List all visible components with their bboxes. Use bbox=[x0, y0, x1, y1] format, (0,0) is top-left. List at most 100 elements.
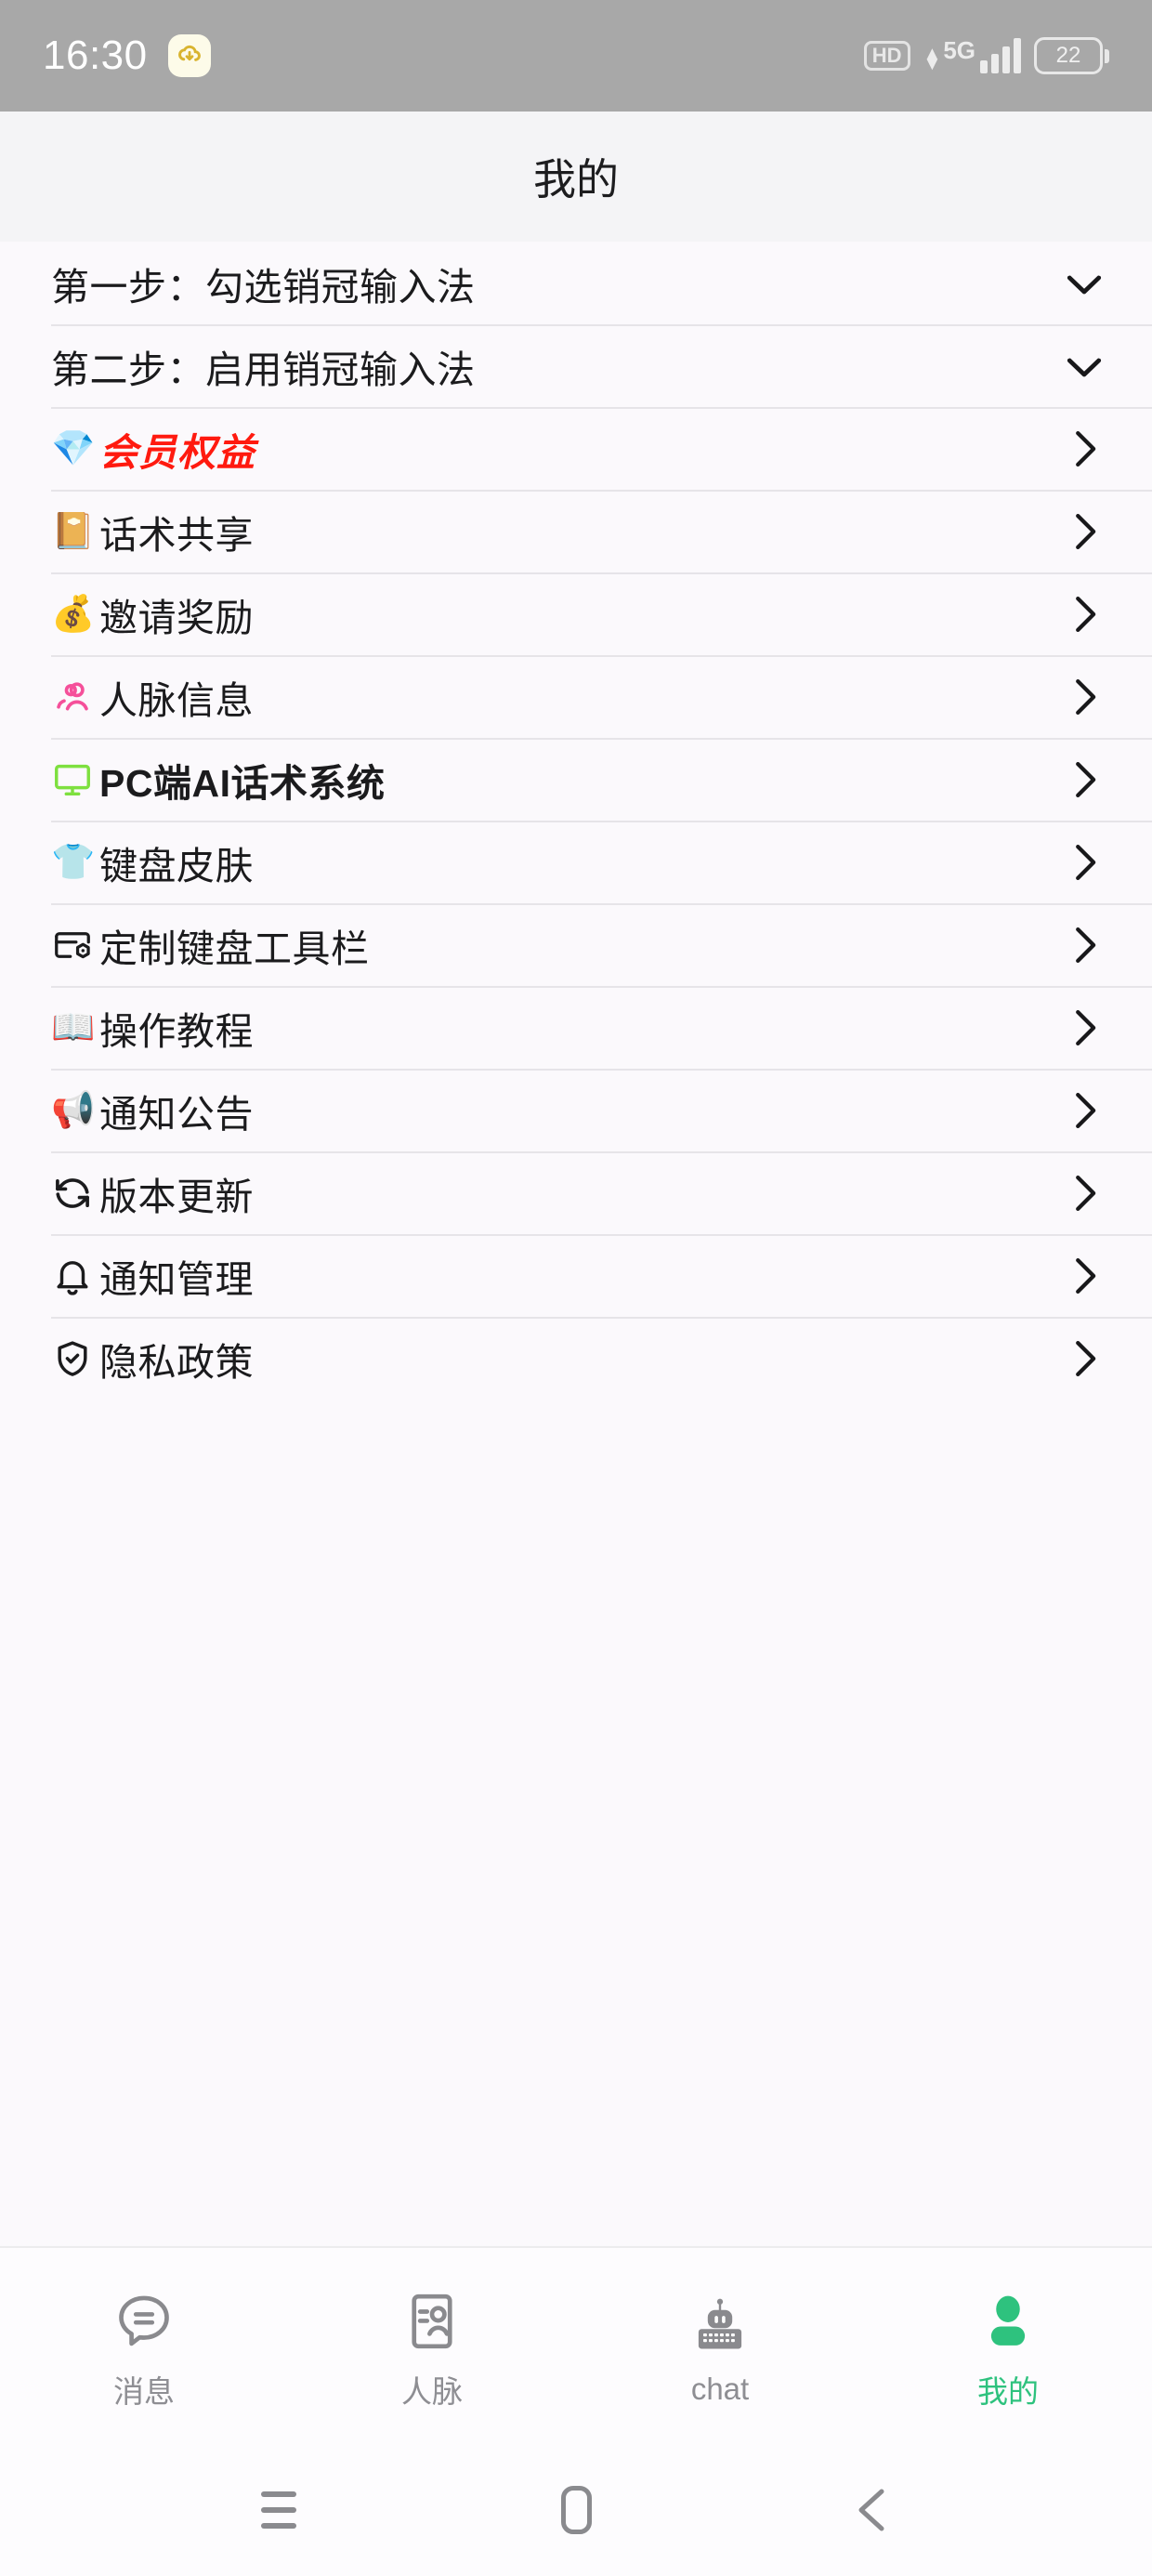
list-item-people-network[interactable]: 人脉信息 bbox=[0, 655, 1152, 738]
robot-keyboard-icon bbox=[698, 2298, 742, 2348]
people-network-icon bbox=[51, 676, 99, 718]
robot-keyboard-icon bbox=[687, 2286, 753, 2359]
chevron-right-icon bbox=[1076, 513, 1096, 549]
list-item-accessory[interactable] bbox=[1059, 672, 1109, 722]
refresh-icon bbox=[51, 1172, 99, 1215]
list-item-step[interactable]: 第一步：勾选销冠输入法 bbox=[0, 242, 1152, 324]
megaphone-icon: 📢 bbox=[51, 1090, 96, 1130]
list-item-megaphone[interactable]: 📢 通知公告 bbox=[0, 1069, 1152, 1151]
bell-icon bbox=[51, 1255, 99, 1297]
list-item-bell[interactable]: 通知管理 bbox=[0, 1234, 1152, 1317]
list-item-open-book[interactable]: 📖 操作教程 bbox=[0, 986, 1152, 1069]
list-item-label: 第二步：启用销冠输入法 bbox=[51, 348, 476, 391]
monitor-icon bbox=[51, 758, 99, 801]
battery-indicator: 22 bbox=[1034, 37, 1109, 74]
shield-check-icon bbox=[58, 1340, 87, 1376]
list-item-label: 定制键盘工具栏 bbox=[99, 927, 370, 970]
status-bar-left: 16:30 bbox=[43, 33, 211, 79]
list-item-label: 隐私政策 bbox=[99, 1340, 254, 1384]
chevron-right-icon bbox=[1076, 1340, 1096, 1376]
tab-label: 人脉 bbox=[401, 2373, 463, 2409]
tab-label: 我的 bbox=[977, 2373, 1039, 2409]
chevron-right-icon bbox=[1076, 1175, 1096, 1211]
home-button[interactable] bbox=[520, 2468, 632, 2552]
list-item-gem[interactable]: 💎 会员权益 bbox=[0, 407, 1152, 490]
list-item-label: 通知管理 bbox=[99, 1257, 254, 1301]
list-item-accessory[interactable] bbox=[1059, 341, 1109, 391]
tab-人脉[interactable]: 人脉 bbox=[288, 2281, 576, 2412]
contact-card-icon bbox=[399, 2281, 465, 2354]
list-item-accessory[interactable] bbox=[1059, 1003, 1109, 1053]
list-item-monitor[interactable]: PC端AI话术系统 bbox=[0, 738, 1152, 821]
list-item-keyboard-toolbar[interactable]: 定制键盘工具栏 bbox=[0, 903, 1152, 986]
status-bar: 16:30 HD ▲ ▼ 5G 22 bbox=[0, 0, 1152, 112]
tab-消息[interactable]: 消息 bbox=[0, 2281, 288, 2412]
list-item-tshirt[interactable]: 👕 键盘皮肤 bbox=[0, 821, 1152, 903]
signal-bars-icon bbox=[980, 38, 1021, 73]
tab-我的[interactable]: 我的 bbox=[864, 2281, 1152, 2412]
home-icon bbox=[560, 2486, 592, 2534]
list-item-accessory[interactable] bbox=[1059, 920, 1109, 970]
chevron-right-icon bbox=[1076, 596, 1096, 632]
network-type-group: ▲ ▼ 5G bbox=[923, 36, 975, 74]
chevron-right-icon bbox=[1076, 1257, 1096, 1294]
list-item-label: PC端AI话术系统 bbox=[99, 761, 386, 805]
settings-list: 第一步：勾选销冠输入法 第二步：启用销冠输入法 💎 会员权益 📔 话术共享 💰 邀请奖励 人脉… bbox=[0, 242, 1152, 1400]
list-item-gold-bars[interactable]: 💰 邀请奖励 bbox=[0, 572, 1152, 655]
list-item-notebook[interactable]: 📔 话术共享 bbox=[0, 490, 1152, 572]
monitor-icon bbox=[55, 764, 90, 795]
list-item-accessory[interactable] bbox=[1059, 424, 1109, 474]
list-item-accessory[interactable] bbox=[1059, 1251, 1109, 1301]
checkmark-icon bbox=[1067, 275, 1102, 294]
list-item-label: 话术共享 bbox=[99, 513, 254, 557]
gold-bars-icon: 💰 bbox=[51, 594, 96, 634]
list-item-shield-check[interactable]: 隐私政策 bbox=[0, 1317, 1152, 1400]
list-item-refresh[interactable]: 版本更新 bbox=[0, 1151, 1152, 1234]
list-item-accessory[interactable] bbox=[1059, 1085, 1109, 1136]
chat-bubble-icon bbox=[111, 2281, 177, 2354]
tab-label: chat bbox=[690, 2371, 750, 2406]
data-transfer-arrows-icon: ▲ ▼ bbox=[923, 43, 942, 74]
chevron-right-icon bbox=[1076, 1092, 1096, 1128]
chevron-right-icon bbox=[1076, 844, 1096, 880]
people-network-icon bbox=[57, 681, 88, 710]
refresh-icon bbox=[56, 1177, 89, 1208]
network-type-label: 5G bbox=[943, 36, 975, 64]
hd-badge: HD bbox=[863, 40, 910, 72]
keyboard-toolbar-icon bbox=[51, 924, 99, 966]
list-item-accessory[interactable] bbox=[1059, 755, 1109, 805]
checkmark-icon bbox=[1067, 358, 1102, 376]
back-button[interactable] bbox=[818, 2468, 929, 2552]
page-header: 我的 bbox=[0, 112, 1152, 242]
chevron-right-icon bbox=[1076, 927, 1096, 963]
page-title: 我的 bbox=[533, 155, 619, 204]
shield-check-icon bbox=[51, 1337, 99, 1380]
list-item-label: 邀请奖励 bbox=[99, 596, 254, 639]
list-item-label: 第一步：勾选销冠输入法 bbox=[51, 265, 476, 309]
list-item-step[interactable]: 第二步：启用销冠输入法 bbox=[0, 324, 1152, 407]
list-item-accessory[interactable] bbox=[1059, 506, 1109, 557]
list-item-accessory[interactable] bbox=[1059, 589, 1109, 639]
cloud-glyph bbox=[177, 45, 201, 61]
chat-bubble-icon bbox=[119, 2295, 169, 2346]
tab-chat[interactable]: chat bbox=[576, 2286, 864, 2407]
back-icon bbox=[858, 2489, 884, 2531]
gem-icon: 💎 bbox=[51, 428, 96, 468]
notebook-icon: 📔 bbox=[51, 511, 96, 551]
recents-icon bbox=[261, 2491, 296, 2529]
list-item-accessory[interactable] bbox=[1059, 1334, 1109, 1384]
bell-icon bbox=[57, 1260, 88, 1295]
list-item-accessory[interactable] bbox=[1059, 1168, 1109, 1218]
status-bar-clock: 16:30 bbox=[43, 33, 148, 78]
list-item-label: 通知公告 bbox=[99, 1092, 254, 1136]
list-item-label: 人脉信息 bbox=[99, 678, 254, 722]
keyboard-toolbar-icon bbox=[55, 931, 90, 958]
list-item-accessory[interactable] bbox=[1059, 258, 1109, 309]
contact-card-icon bbox=[412, 2293, 452, 2348]
status-bar-right: HD ▲ ▼ 5G 22 bbox=[863, 36, 1109, 74]
list-item-accessory[interactable] bbox=[1059, 837, 1109, 887]
recents-button[interactable] bbox=[223, 2468, 334, 2552]
tshirt-icon: 👕 bbox=[51, 842, 96, 882]
tab-label: 消息 bbox=[113, 2373, 175, 2409]
battery-level-label: 22 bbox=[1034, 37, 1103, 74]
